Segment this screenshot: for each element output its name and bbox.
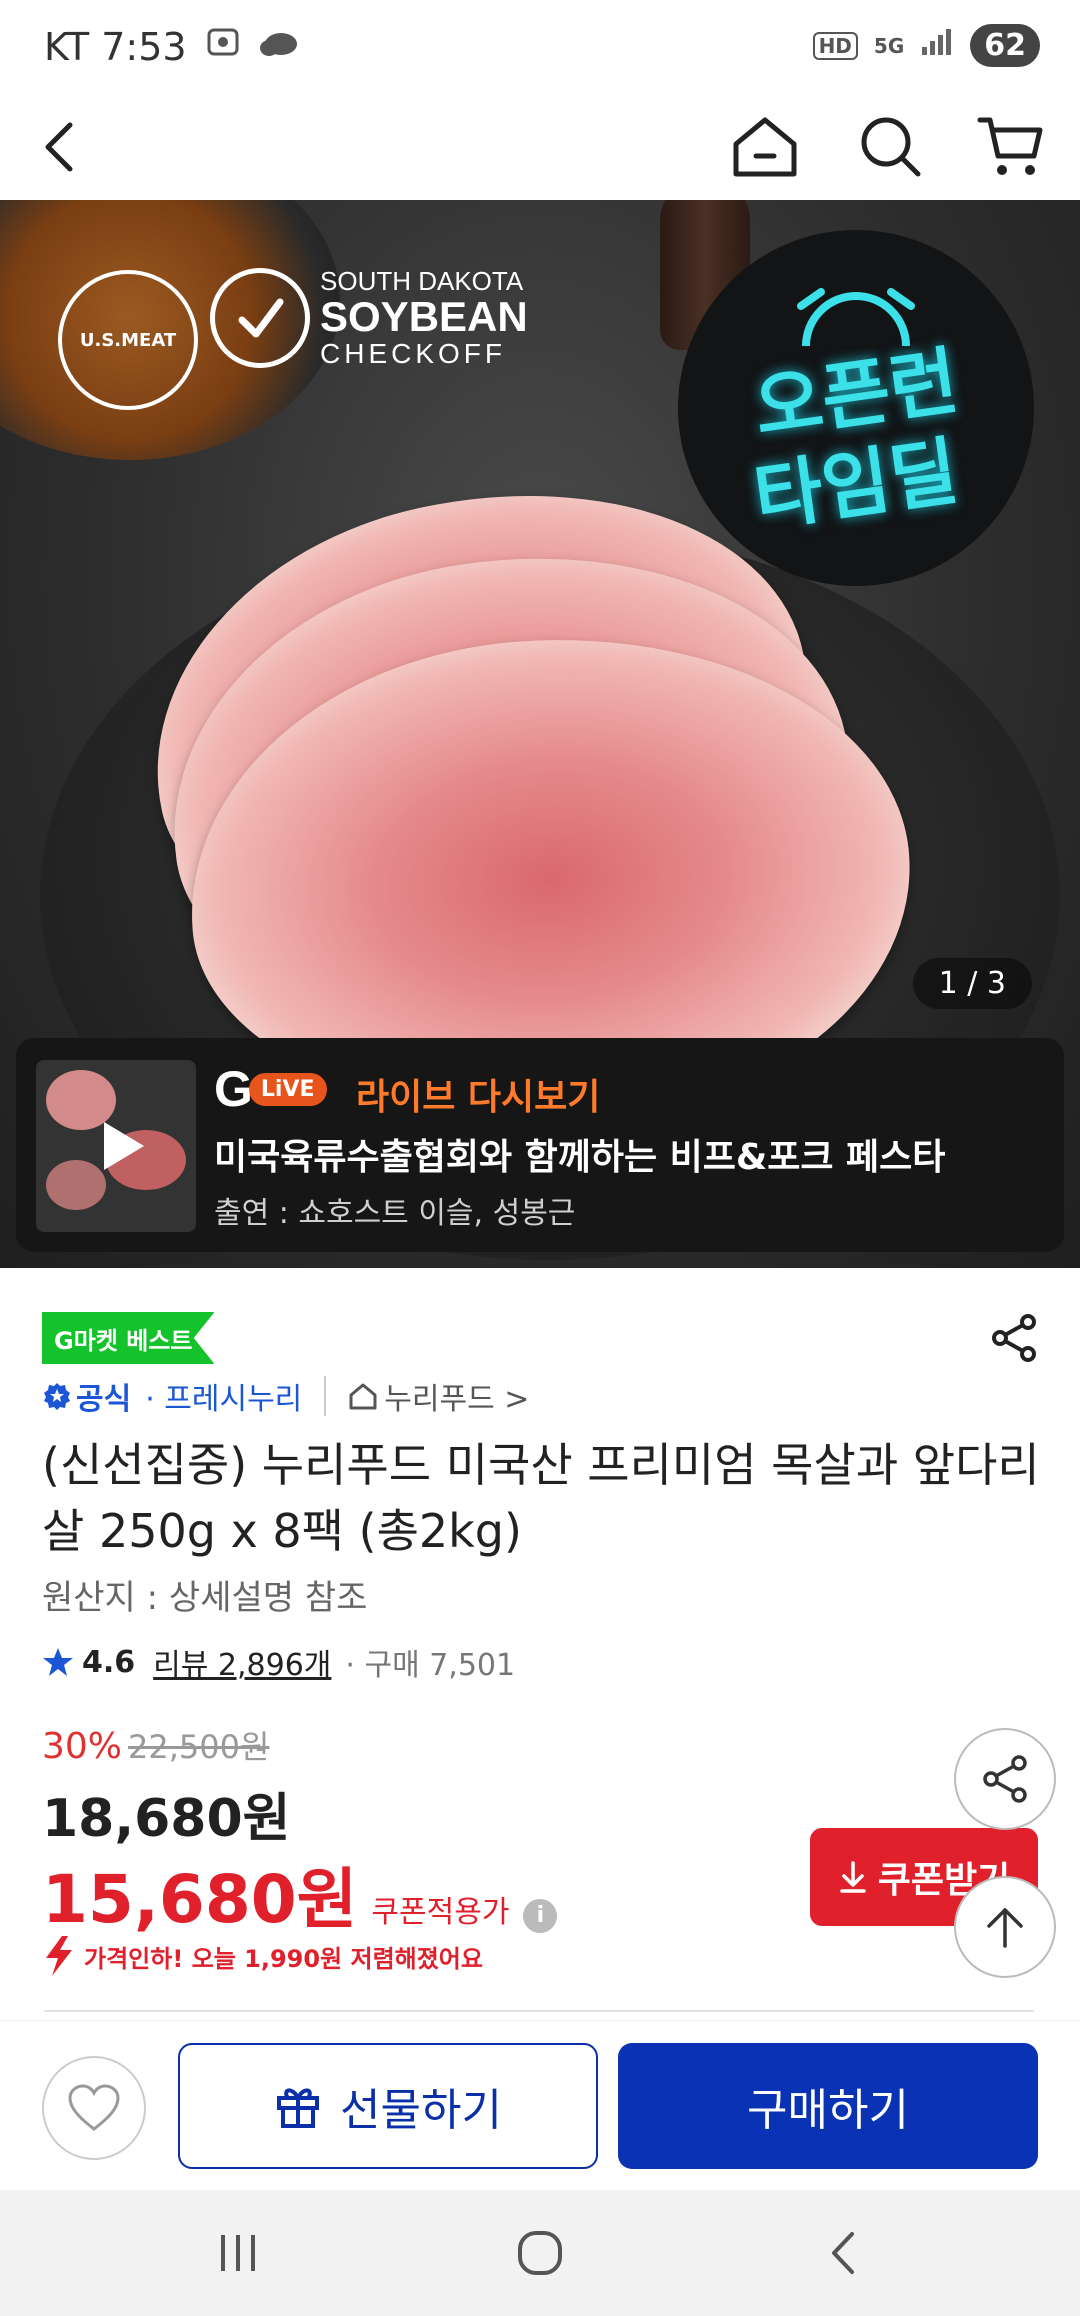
cart-icon — [977, 117, 1043, 175]
home-small-icon — [349, 1383, 377, 1410]
open-run-timedeal-badge: 오픈런 타임딜 — [678, 230, 1034, 586]
rating-value: 4.6 — [82, 1644, 136, 1680]
status-right: HD 5G 62 — [812, 24, 1040, 67]
search-icon — [861, 117, 921, 177]
buy-button-label: 구매하기 — [747, 2085, 909, 2136]
price-drop-notice: 가격인하! 오늘 1,990원 저렴해졌어요 — [42, 1936, 483, 1976]
home-icon — [733, 117, 797, 177]
product-title: (신선집중) 누리푸드 미국산 프리미엄 목살과 앞다리살 250g x 8팩 … — [42, 1438, 1040, 1558]
sale-price: 18,680원 — [42, 1789, 291, 1849]
status-left: KT 7:53 — [44, 24, 299, 69]
wishlist-button[interactable] — [42, 2056, 146, 2160]
original-price: 22,500원 — [128, 1728, 270, 1766]
gmarket-best-badge: G마켓 베스트 — [42, 1312, 215, 1364]
top-nav — [0, 92, 1080, 200]
brand-link[interactable]: 누리푸드 > — [348, 1374, 529, 1418]
brand-name: 누리푸드 > — [384, 1382, 530, 1417]
system-home-icon — [518, 2231, 562, 2275]
origin-info: 원산지 : 상세설명 참조 — [42, 1578, 368, 1618]
screen-record-icon — [205, 24, 241, 69]
system-back-icon — [832, 2232, 854, 2274]
gift-icon — [277, 2088, 320, 2128]
official-label: 공식 — [42, 1374, 131, 1418]
download-icon — [840, 1861, 866, 1893]
bottom-action-bar: 선물하기 구매하기 — [0, 2020, 1080, 2190]
back-button[interactable] — [16, 102, 106, 192]
live-cast: 출연 : 쇼호스트 이슬, 성봉근 — [214, 1196, 576, 1231]
price-drop-text: 가격인하! 오늘 1,990원 저렴해졌어요 — [84, 1944, 483, 1973]
purchase-count: · 구매 7,501 — [345, 1648, 516, 1683]
official-text: 공식 — [76, 1382, 132, 1417]
cloud-icon — [259, 25, 299, 69]
live-thumbnail — [36, 1060, 196, 1232]
soy-logo-line2: SOYBEAN — [320, 293, 528, 341]
store-link[interactable]: · 프레시누리 — [145, 1374, 302, 1418]
us-meat-logo: U.S.MEAT — [58, 270, 198, 410]
hd-indicator: HD — [812, 31, 858, 60]
status-bar: KT 7:53 HD 5G 62 — [0, 0, 1080, 92]
soybean-logo-text: SOUTH DAKOTA SOYBEAN CHECKOFF — [320, 266, 528, 370]
recent-apps-button[interactable] — [198, 2220, 278, 2286]
share-button[interactable] — [986, 1310, 1042, 1366]
discount-rate: 30% — [42, 1726, 123, 1767]
signal-icon — [920, 27, 954, 64]
us-meat-logo-text: U.S.MEAT — [79, 329, 177, 351]
info-icon[interactable]: i — [523, 1898, 558, 1933]
live-title: 미국육류수출협회와 함께하는 비프&포크 페스타 — [214, 1137, 946, 1178]
system-back-button[interactable] — [804, 2220, 884, 2286]
live-replay-banner[interactable]: G LiVE 라이브 다시보기 미국육류수출협회와 함께하는 비프&포크 페스타… — [16, 1038, 1064, 1252]
g-live-logo: G LiVE — [214, 1060, 327, 1118]
live-replay-label: 라이브 다시보기 — [356, 1077, 601, 1118]
battery-level: 62 — [970, 24, 1040, 67]
coupon-price-row: 15,680원 쿠폰적용가 i — [42, 1846, 558, 1942]
coupon-price: 15,680원 — [42, 1861, 358, 1938]
seller-row: 공식 · 프레시누리 누리푸드 > — [42, 1374, 529, 1418]
arrow-up-icon — [987, 1908, 1023, 1948]
soybean-checkoff-logo: SOUTH DAKOTA SOYBEAN CHECKOFF — [210, 266, 528, 370]
recent-apps-icon — [221, 2235, 255, 2271]
rating-row: 4.6 리뷰 2,896개 · 구매 7,501 — [42, 1640, 515, 1684]
star-icon — [43, 1648, 73, 1676]
scroll-top-button[interactable] — [954, 1876, 1056, 1978]
system-nav-bar — [0, 2190, 1080, 2316]
share-icon — [992, 1314, 1036, 1362]
coupon-price-label: 쿠폰적용가 — [371, 1895, 510, 1930]
divider — [324, 1376, 327, 1416]
section-divider — [44, 2010, 1034, 2012]
floating-share-button[interactable] — [954, 1728, 1056, 1830]
check-icon — [210, 268, 310, 369]
play-icon — [88, 1114, 152, 1178]
discount-row: 30% 22,500원 — [42, 1722, 269, 1768]
soy-logo-line3: CHECKOFF — [320, 338, 506, 370]
buy-button[interactable]: 구매하기 — [618, 2043, 1038, 2169]
search-button[interactable] — [846, 102, 936, 192]
gift-button[interactable]: 선물하기 — [178, 2043, 598, 2169]
lightning-icon — [46, 1936, 72, 1976]
gift-button-label: 선물하기 — [340, 2085, 502, 2136]
back-arrow-icon — [45, 122, 73, 172]
soy-logo-line1: SOUTH DAKOTA — [320, 266, 524, 296]
cart-button[interactable] — [966, 102, 1056, 192]
network-indicator: 5G — [873, 33, 905, 58]
heart-icon — [68, 2084, 120, 2131]
home-button[interactable] — [720, 102, 810, 192]
carousel-page-counter: 1 / 3 — [912, 958, 1032, 1009]
g-logo-letter: G — [214, 1061, 253, 1117]
share-icon — [983, 1755, 1027, 1803]
system-home-button[interactable] — [500, 2220, 580, 2286]
official-badge-icon — [44, 1383, 70, 1410]
carrier-time: KT 7:53 — [44, 24, 187, 69]
review-link[interactable]: 리뷰 2,896개 — [153, 1640, 331, 1684]
live-pill: LiVE — [248, 1072, 327, 1106]
